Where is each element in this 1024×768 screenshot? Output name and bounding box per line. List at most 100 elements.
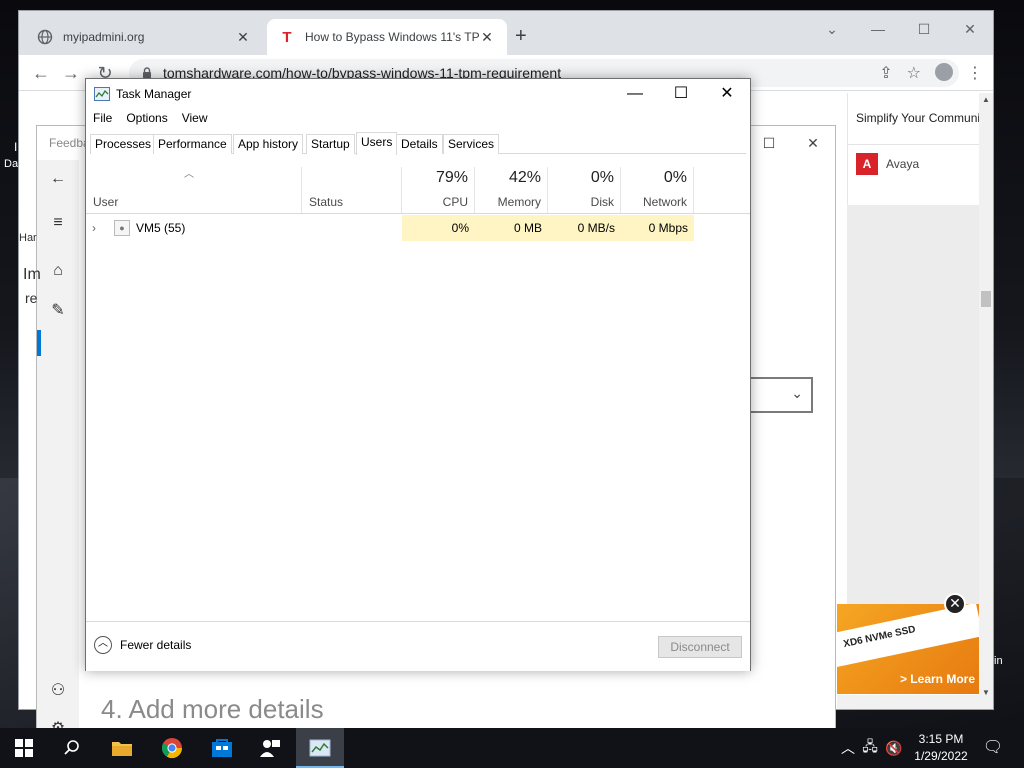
table-row[interactable]: › ● VM5 (55) 0% 0 MB 0 MB/s 0 Mbps	[86, 215, 750, 241]
network-icon[interactable]: 🖧	[858, 736, 882, 760]
peek-text-har: Har	[19, 232, 37, 244]
tab-title: myipadmini.org	[63, 30, 145, 44]
action-center-icon[interactable]: 🗨	[978, 728, 1008, 768]
column-user-label: User	[93, 195, 119, 209]
forward-icon[interactable]: →	[59, 61, 83, 85]
tab-close-icon[interactable]: ✕	[235, 29, 251, 46]
disk-total-pct: 0%	[590, 169, 614, 186]
minimize-icon[interactable]: —	[612, 79, 658, 109]
peek-text-re: re	[25, 290, 38, 306]
column-disk-label: Disk	[590, 195, 614, 209]
fewer-details-label: Fewer details	[120, 638, 192, 652]
browser-tab-tomshardware[interactable]: T How to Bypass Windows 11's TPM ✕	[267, 19, 507, 55]
column-header-disk[interactable]: 0% Disk	[548, 167, 621, 213]
fewer-details-button[interactable]: ︿ Fewer details	[94, 636, 191, 654]
menu-file[interactable]: File	[86, 109, 119, 129]
search-icon[interactable]	[48, 728, 96, 768]
horizontal-scrollbar[interactable]	[837, 695, 993, 709]
more-menu-icon[interactable]: ⋮	[967, 63, 983, 83]
close-icon[interactable]: ✕	[704, 79, 750, 109]
tab-strip: myipadmini.org ✕ T How to Bypass Windows…	[19, 11, 993, 55]
file-explorer-icon[interactable]	[98, 728, 146, 768]
ad-banner-avaya[interactable]: Simplify Your Communi A Avaya	[847, 93, 979, 205]
hamburger-menu-icon[interactable]: ≡	[45, 210, 71, 236]
tab-title: How to Bypass Windows 11's TPM	[305, 30, 479, 44]
chrome-icon[interactable]	[148, 728, 196, 768]
desktop-peek-text-2: Da	[4, 158, 19, 170]
globe-icon	[37, 29, 53, 45]
task-manager-tabs: Processes Performance App history Startu…	[90, 132, 746, 155]
chevron-down-icon[interactable]: ⌄	[809, 15, 855, 43]
menu-bar: File Options View	[86, 109, 215, 129]
avaya-logo-icon: A	[856, 153, 878, 175]
menu-view[interactable]: View	[175, 109, 215, 129]
tab-close-icon[interactable]: ✕	[479, 29, 495, 46]
task-manager-app-icon	[94, 87, 110, 101]
maximize-icon[interactable]: ☐	[749, 130, 789, 156]
ad-placeholder	[847, 205, 979, 605]
tab-performance[interactable]: Performance	[153, 134, 232, 154]
window-title: Task Manager	[116, 87, 192, 101]
user-name-cell: › ● VM5 (55)	[92, 215, 185, 241]
toolbar-icons: ⇪ ☆ ⋮	[879, 63, 983, 83]
tab-startup[interactable]: Startup	[306, 134, 355, 154]
new-tab-button[interactable]: +	[515, 25, 527, 48]
ad-brand-name: Avaya	[886, 157, 920, 171]
home-icon[interactable]: ⌂	[45, 258, 71, 284]
column-header-cpu[interactable]: 79% CPU	[402, 167, 475, 213]
network-total-pct: 0%	[663, 169, 687, 186]
network-cell: 0 Mbps	[621, 215, 694, 241]
system-tray: ︿ 🖧 🔇	[838, 728, 906, 768]
learn-more-link[interactable]: > Learn More	[900, 672, 975, 686]
close-icon[interactable]: ✕	[793, 130, 833, 156]
desktop-peek-text-1: I	[14, 140, 18, 154]
nav-selection-indicator	[37, 330, 41, 356]
ad-banner-ssd[interactable]: XD6 NVMe SSD > Learn More	[837, 604, 979, 694]
show-hidden-icons-chevron-icon[interactable]: ︿	[838, 738, 858, 758]
feedback-icon[interactable]: ✎	[45, 298, 71, 324]
store-icon[interactable]	[198, 728, 246, 768]
category-dropdown[interactable]: ⌄	[749, 377, 813, 413]
add-user-icon[interactable]: ⚇	[45, 678, 71, 704]
feedback-hub-icon[interactable]	[246, 728, 294, 768]
taskbar-clock[interactable]: 3:15 PM 1/29/2022	[905, 731, 977, 765]
volume-muted-icon[interactable]: 🔇	[882, 740, 906, 757]
column-header-network[interactable]: 0% Network	[621, 167, 694, 213]
tab-app-history[interactable]: App history	[233, 134, 304, 154]
scrollbar-thumb[interactable]	[981, 291, 991, 307]
column-status-label: Status	[309, 195, 344, 209]
user-icon: ●	[114, 220, 130, 236]
column-network-label: Network	[642, 195, 687, 209]
star-icon[interactable]: ☆	[907, 63, 921, 83]
column-header-memory[interactable]: 42% Memory	[475, 167, 548, 213]
back-arrow-icon[interactable]: ←	[45, 166, 71, 192]
column-header-user[interactable]: User	[86, 167, 302, 213]
ad-close-icon[interactable]: ✕	[944, 593, 966, 615]
start-button[interactable]	[0, 728, 48, 768]
menu-options[interactable]: Options	[119, 109, 174, 129]
vertical-scrollbar[interactable]: ▲ ▼	[979, 93, 993, 699]
scroll-up-icon[interactable]: ▲	[979, 95, 993, 104]
tab-details[interactable]: Details	[396, 134, 443, 154]
tab-users[interactable]: Users	[356, 132, 398, 155]
task-manager-taskbar-icon[interactable]	[296, 728, 344, 768]
expand-chevron-icon[interactable]: ›	[92, 215, 106, 241]
maximize-icon[interactable]: ☐	[658, 79, 704, 109]
profile-avatar-icon[interactable]	[935, 63, 953, 81]
task-manager-window: Task Manager — ☐ ✕ File Options View Pro…	[85, 78, 751, 671]
share-icon[interactable]: ⇪	[879, 63, 892, 83]
minimize-icon[interactable]: —	[855, 15, 901, 43]
maximize-icon[interactable]: ☐	[901, 15, 947, 43]
back-icon[interactable]: ←	[29, 61, 53, 85]
disconnect-button[interactable]: Disconnect	[658, 636, 742, 658]
close-icon[interactable]: ✕	[947, 15, 993, 43]
taskbar: ︿ 🖧 🔇 3:15 PM 1/29/2022 🗨	[0, 728, 1024, 768]
tab-services[interactable]: Services	[443, 134, 500, 154]
user-name: VM5 (55)	[136, 221, 186, 235]
cpu-total-pct: 79%	[435, 169, 468, 186]
column-header-status[interactable]: Status	[302, 167, 402, 213]
windows-logo-icon	[15, 739, 33, 757]
browser-tab-myipadmini[interactable]: myipadmini.org ✕	[25, 19, 263, 55]
tab-processes[interactable]: Processes	[90, 134, 157, 154]
feedback-nav-rail: ← ≡ ⌂ ✎ ⚇ ⚙	[37, 160, 79, 737]
